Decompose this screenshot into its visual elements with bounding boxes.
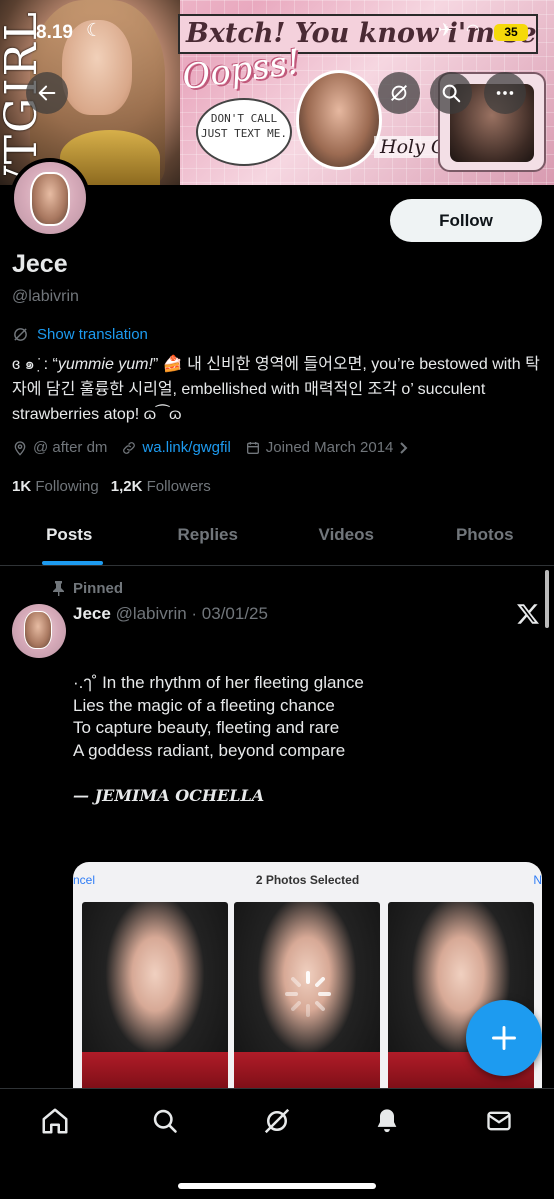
mail-icon: [487, 1111, 511, 1131]
nav-grok[interactable]: [260, 1104, 294, 1138]
tab-replies[interactable]: Replies: [139, 506, 278, 565]
profile-handle: @labivrin: [12, 288, 79, 305]
airplane-icon: ✈: [438, 20, 454, 40]
following-label: Following: [35, 478, 99, 495]
compose-button[interactable]: [466, 1000, 542, 1076]
pinned-indicator: Pinned: [52, 580, 123, 597]
bio-prefix: ɞ ๑ ̇ ̣: “: [12, 356, 58, 373]
post-avatar[interactable]: [12, 604, 66, 658]
translate-icon: [14, 328, 27, 341]
grok-icon: [264, 1108, 290, 1134]
tab-videos[interactable]: Videos: [277, 506, 416, 565]
media-next-text: N: [533, 873, 542, 887]
location-pin-icon: [14, 440, 26, 456]
home-indicator: [178, 1183, 376, 1189]
search-icon: [153, 1109, 177, 1133]
profile-link[interactable]: wa.link/gwgfil: [121, 439, 231, 456]
media-photo-1: [82, 902, 228, 1088]
post-text: ·.ๅ˚ In the rhythm of her fleeting glanc…: [73, 673, 364, 760]
profile-display-name: Jece: [12, 250, 68, 278]
profile-meta: @ after dm wa.link/gwgfil Joined March 2…: [12, 439, 424, 456]
grok-button[interactable]: [378, 72, 420, 114]
tab-photos[interactable]: Photos: [416, 506, 554, 565]
location-text: @ after dm: [33, 439, 108, 456]
link-icon: [123, 441, 136, 454]
follow-counts: 1K Following 1,2K Followers: [12, 478, 211, 495]
nav-messages[interactable]: [482, 1104, 516, 1138]
moon-icon: ☾: [86, 20, 103, 40]
joined-text: Joined March 2014: [265, 439, 394, 456]
profile-bio: ɞ ๑ ̇ ̣: “yummie yum!” 🍰 내 신비한 영역에 들어오면,…: [12, 352, 544, 427]
pinned-label: Pinned: [73, 580, 124, 597]
bio-italic: yummie yum!: [57, 356, 153, 373]
chevron-right-icon: [400, 441, 408, 454]
show-translation-link[interactable]: Show translation: [12, 326, 148, 343]
home-icon: [42, 1108, 68, 1134]
link-text[interactable]: wa.link/gwgfil: [142, 439, 230, 456]
follow-button[interactable]: Follow: [390, 199, 542, 242]
search-button[interactable]: [430, 72, 472, 114]
followers-link[interactable]: 1,2K Followers: [111, 478, 211, 495]
nav-search[interactable]: [148, 1104, 182, 1138]
following-count: 1K: [12, 478, 32, 495]
profile-avatar[interactable]: [10, 158, 90, 238]
status-time: 8.19: [36, 22, 73, 43]
loading-spinner-icon: [285, 971, 331, 1017]
show-translation-label: Show translation: [37, 326, 148, 343]
status-bar: 8.19 ☾ ✈ ◠ 35: [0, 0, 554, 62]
media-title-text: 2 Photos Selected: [255, 873, 360, 887]
banner-circle-photo: [296, 70, 382, 170]
arrow-left-icon: [38, 85, 56, 101]
plus-icon: [492, 1026, 516, 1050]
tab-posts[interactable]: Posts: [0, 506, 139, 565]
scrollbar[interactable]: [545, 570, 549, 628]
post-signature: — JEMIMA OCHELLA: [73, 786, 265, 805]
profile-location: @ after dm: [12, 439, 107, 456]
battery-indicator: 35: [494, 24, 528, 41]
more-button[interactable]: [484, 72, 526, 114]
followers-count: 1,2K: [110, 478, 143, 495]
profile-tabs: Posts Replies Videos Photos: [0, 506, 554, 566]
more-icon: [496, 91, 514, 95]
profile-joined[interactable]: Joined March 2014: [245, 439, 411, 456]
following-link[interactable]: 1K Following: [12, 478, 99, 495]
wifi-icon: ◠: [466, 22, 480, 39]
pin-icon: [53, 581, 64, 596]
bell-icon: [377, 1109, 397, 1133]
search-icon: [442, 84, 461, 103]
calendar-icon: [246, 441, 259, 454]
post-author-name[interactable]: Jece: [73, 604, 111, 623]
media-header-bar: ncel 2 Photos Selected N: [73, 862, 542, 896]
post-header: Jece @labivrin · 03/01/25: [73, 604, 268, 624]
nav-notifications[interactable]: [370, 1104, 404, 1138]
nav-home[interactable]: [38, 1104, 72, 1138]
followers-label: Followers: [146, 478, 211, 495]
banner-speech-bubble: DON'T CALL JUST TEXT ME.: [196, 98, 292, 166]
grok-icon: [391, 85, 407, 101]
back-button[interactable]: [26, 72, 68, 114]
post-author-meta: @labivrin · 03/01/25: [115, 604, 268, 623]
x-logo-icon: [517, 604, 539, 624]
